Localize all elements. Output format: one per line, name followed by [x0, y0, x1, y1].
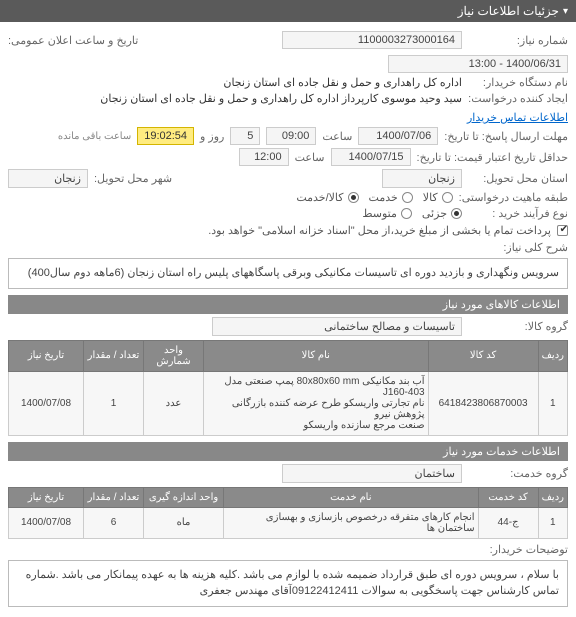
process-label: نوع فرآیند خرید :	[468, 207, 568, 220]
nature-goods[interactable]: کالا	[423, 191, 453, 204]
table-row: 1 ج-44 انجام کارهای متفرقه درخصوص بازساز…	[9, 507, 568, 538]
radio-icon	[402, 192, 413, 203]
announce-label: تاریخ و ساعت اعلان عمومی:	[8, 34, 138, 47]
goods-group-value: تاسیسات و مصالح ساختمانی	[212, 317, 462, 336]
cell-unit: ماه	[144, 507, 224, 538]
deadline-time: 09:00	[266, 127, 316, 145]
deadline-date: 1400/07/06	[358, 127, 438, 145]
payment-note: پرداخت تمام یا بخشی از مبلغ خرید،از محل …	[208, 224, 551, 237]
col-name: نام کالا	[204, 340, 429, 371]
chevron-down-icon: ▾	[563, 6, 568, 17]
buyer-contact-link[interactable]: اطلاعات تماس خریدار	[467, 111, 568, 124]
delivery-city: زنجان	[8, 169, 88, 188]
summary-label: شرح کلی نیاز:	[468, 241, 568, 254]
cell-unit: عدد	[144, 371, 204, 435]
validity-time: 12:00	[239, 148, 289, 166]
col-unit: واحد شمارش	[144, 340, 204, 371]
delivery-province: زنجان	[382, 169, 462, 188]
deadline-label: مهلت ارسال پاسخ: تا تاریخ:	[444, 130, 568, 143]
summary-box: سرویس ونگهداری و بازدید دوره ای تاسیسات …	[8, 258, 568, 289]
process-partial[interactable]: جزئی	[422, 207, 462, 220]
cell-name: انجام کارهای متفرقه درخصوص بازسازی و بهس…	[224, 507, 479, 538]
services-group-value: ساختمان	[282, 464, 462, 483]
delivery-province-label: استان محل تحویل:	[468, 172, 568, 185]
announce-value: 1400/06/31 - 13:00	[388, 55, 568, 73]
cell-code: ج-44	[478, 507, 538, 538]
validity-time-label: ساعت	[295, 151, 325, 164]
col-qty: تعداد / مقدار	[84, 340, 144, 371]
remaining-time: 19:02:54	[137, 127, 194, 145]
radio-icon	[442, 192, 453, 203]
form-area: شماره نیاز: 1100003273000164 تاریخ و ساع…	[0, 22, 576, 617]
process-medium[interactable]: متوسط	[362, 207, 412, 220]
remaining-days-label: روز و	[200, 130, 224, 143]
cell-date: 1400/07/08	[9, 371, 84, 435]
radio-icon	[401, 208, 412, 219]
table-header-row: ردیف کد خدمت نام خدمت واحد اندازه گیری ت…	[9, 487, 568, 507]
nature-options: کالا خدمت کالا/خدمت	[296, 191, 452, 204]
requester-value: سید وحید موسوی کارپرداز اداره کل راهداری…	[100, 92, 462, 105]
header-title: جزئیات اطلاعات نیاز	[458, 4, 559, 18]
col-date: تاریخ نیاز	[9, 487, 84, 507]
nature-service[interactable]: خدمت	[369, 191, 413, 204]
col-unit: واحد اندازه گیری	[144, 487, 224, 507]
goods-group-label: گروه کالا:	[468, 320, 568, 333]
radio-icon	[348, 192, 359, 203]
cell-qty: 1	[84, 371, 144, 435]
table-header-row: ردیف کد کالا نام کالا واحد شمارش تعداد /…	[9, 340, 568, 371]
col-date: تاریخ نیاز	[9, 340, 84, 371]
cell-name: آب بند مکانیکی 80x80x60 mm پمپ صنعتی مدل…	[204, 371, 429, 435]
goods-section-title: اطلاعات کالاهای مورد نیاز	[8, 295, 568, 314]
nature-goods-service[interactable]: کالا/خدمت	[296, 191, 358, 204]
col-qty: تعداد / مقدار	[84, 487, 144, 507]
validity-label: حداقل تاریخ اعتبار قیمت: تا تاریخ:	[417, 151, 568, 164]
goods-table: ردیف کد کالا نام کالا واحد شمارش تعداد /…	[8, 340, 568, 436]
buyer-org-value: اداره کل راهداری و حمل و نقل جاده ای است…	[223, 76, 462, 89]
cell-code: 6418423806870003	[428, 371, 538, 435]
services-group-label: گروه خدمت:	[468, 467, 568, 480]
process-options: جزئی متوسط	[362, 207, 462, 220]
remaining-suffix: ساعت باقی مانده	[58, 131, 131, 142]
cell-idx: 1	[538, 371, 567, 435]
table-row: 1 6418423806870003 آب بند مکانیکی 80x80x…	[9, 371, 568, 435]
need-number-label: شماره نیاز:	[468, 34, 568, 47]
deadline-time-label: ساعت	[322, 130, 352, 143]
col-idx: ردیف	[538, 340, 567, 371]
remaining-days: 5	[230, 127, 260, 145]
cell-qty: 6	[84, 507, 144, 538]
col-name: نام خدمت	[224, 487, 479, 507]
checkbox-icon[interactable]	[557, 225, 568, 236]
services-table: ردیف کد خدمت نام خدمت واحد اندازه گیری ت…	[8, 487, 568, 539]
validity-date: 1400/07/15	[331, 148, 411, 166]
radio-icon	[451, 208, 462, 219]
cell-idx: 1	[538, 507, 567, 538]
cell-date: 1400/07/08	[9, 507, 84, 538]
delivery-city-label: شهر محل تحویل:	[94, 172, 172, 185]
requester-label: ایجاد کننده درخواست:	[468, 92, 568, 105]
col-idx: ردیف	[538, 487, 567, 507]
need-number-value: 1100003273000164	[282, 31, 462, 49]
col-code: کد کالا	[428, 340, 538, 371]
buyer-notes-box: با سلام ، سرویس دوره ای طبق قرارداد ضمیم…	[8, 560, 568, 607]
buyer-notes-label: توضیحات خریدار:	[468, 543, 568, 556]
buyer-org-label: نام دستگاه خریدار:	[468, 76, 568, 89]
section-header: ▾ جزئیات اطلاعات نیاز	[0, 0, 576, 22]
services-section-title: اطلاعات خدمات مورد نیاز	[8, 442, 568, 461]
nature-label: طبقه ماهیت درخواستی:	[459, 191, 568, 204]
col-code: کد خدمت	[478, 487, 538, 507]
